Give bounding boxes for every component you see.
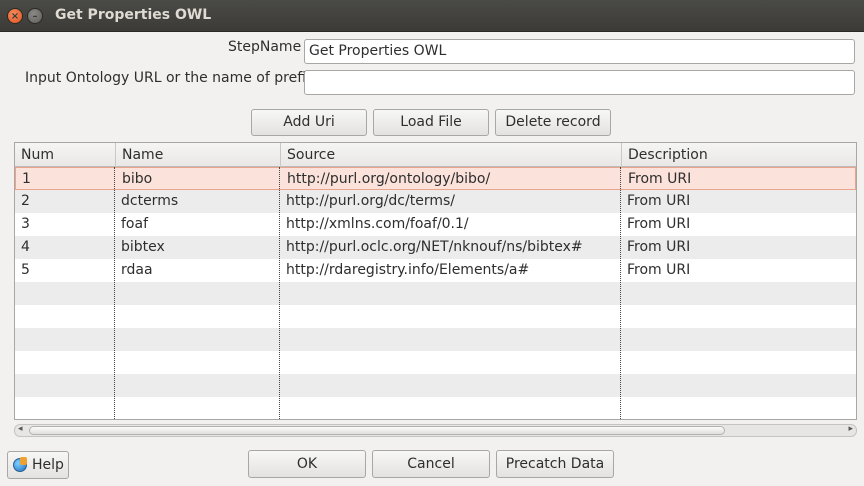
help-globe-icon xyxy=(13,457,27,472)
empty-row xyxy=(15,351,856,374)
empty-row xyxy=(15,328,856,351)
table-header: Num Name Source Description xyxy=(15,143,856,167)
column-header-name[interactable]: Name xyxy=(115,143,280,167)
column-divider xyxy=(114,167,115,419)
table-row[interactable]: 2 dcterms http://purl.org/dc/terms/ From… xyxy=(15,190,856,213)
horizontal-scrollbar[interactable]: ◂ ▸ xyxy=(14,424,857,437)
window-title: Get Properties OWL xyxy=(55,7,212,23)
cell-source: http://purl.org/dc/terms/ xyxy=(286,193,455,209)
cell-source: http://purl.org/ontology/bibo/ xyxy=(287,171,491,187)
column-divider xyxy=(279,167,280,419)
column-divider xyxy=(620,167,621,419)
cell-name: bibtex xyxy=(121,239,165,255)
cell-name: dcterms xyxy=(121,193,179,209)
table-row[interactable]: 4 bibtex http://purl.oclc.org/NET/nknouf… xyxy=(15,236,856,259)
cell-name: bibo xyxy=(122,171,153,187)
cell-source: http://rdaregistry.info/Elements/a# xyxy=(286,262,530,278)
empty-row xyxy=(15,397,856,419)
table-row[interactable]: 5 rdaa http://rdaregistry.info/Elements/… xyxy=(15,259,856,282)
minimize-window-button[interactable]: – xyxy=(27,8,43,24)
precatch-data-button[interactable]: Precatch Data xyxy=(496,450,614,478)
cell-num: 1 xyxy=(22,171,31,187)
column-header-description[interactable]: Description xyxy=(621,143,856,167)
cell-source: http://xmlns.com/foaf/0.1/ xyxy=(286,216,469,232)
stepname-input[interactable]: Get Properties OWL xyxy=(304,39,855,64)
empty-row xyxy=(15,305,856,328)
cell-num: 5 xyxy=(21,262,30,278)
close-window-button[interactable]: × xyxy=(7,8,23,24)
cell-description: From URI xyxy=(627,193,691,209)
help-label: Help xyxy=(32,457,64,473)
cell-num: 2 xyxy=(21,193,30,209)
cell-name: rdaa xyxy=(121,262,153,278)
empty-row xyxy=(15,374,856,397)
scroll-left-icon[interactable]: ◂ xyxy=(18,424,23,434)
cancel-button[interactable]: Cancel xyxy=(372,450,490,478)
table-row[interactable]: 3 foaf http://xmlns.com/foaf/0.1/ From U… xyxy=(15,213,856,236)
column-header-num[interactable]: Num xyxy=(15,143,115,167)
cell-description: From URI xyxy=(628,171,692,187)
cell-description: From URI xyxy=(627,239,691,255)
ok-button[interactable]: OK xyxy=(248,450,366,478)
cell-description: From URI xyxy=(627,262,691,278)
cell-num: 4 xyxy=(21,239,30,255)
ontology-label: Input Ontology URL or the name of prefix xyxy=(25,70,315,86)
delete-record-button[interactable]: Delete record xyxy=(495,109,611,136)
title-bar: × – Get Properties OWL xyxy=(0,0,864,32)
scroll-right-icon[interactable]: ▸ xyxy=(848,424,853,434)
add-uri-button[interactable]: Add Uri xyxy=(251,109,367,136)
stepname-label: StepName xyxy=(228,39,302,55)
ontology-input[interactable] xyxy=(304,70,855,95)
column-header-source[interactable]: Source xyxy=(280,143,621,167)
scrollbar-thumb[interactable] xyxy=(29,426,725,435)
cell-source: http://purl.oclc.org/NET/nknouf/ns/bibte… xyxy=(286,239,583,255)
table-row[interactable]: 1 bibo http://purl.org/ontology/bibo/ Fr… xyxy=(15,167,856,190)
cell-name: foaf xyxy=(121,216,149,232)
ontology-table[interactable]: Num Name Source Description 1 bibo http:… xyxy=(14,142,857,420)
empty-row xyxy=(15,282,856,305)
load-file-button[interactable]: Load File xyxy=(373,109,489,136)
help-button[interactable]: Help xyxy=(7,451,69,479)
cell-num: 3 xyxy=(21,216,30,232)
cell-description: From URI xyxy=(627,216,691,232)
